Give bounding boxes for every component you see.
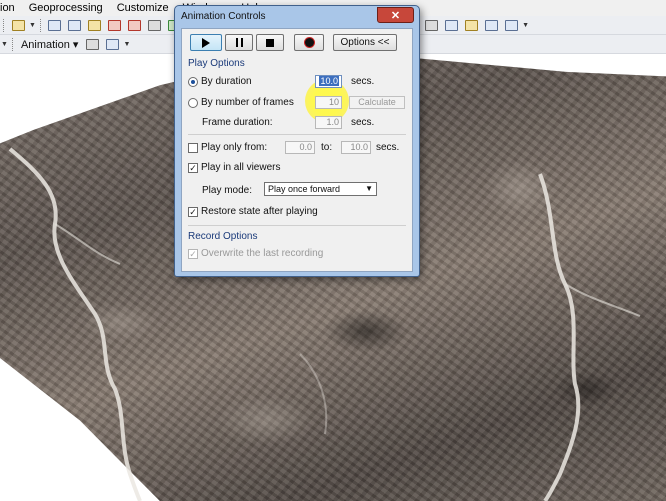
dialog-title: Animation Controls (181, 11, 266, 22)
duration-unit: secs. (351, 76, 375, 87)
dialog-body: Options << Play Options By duration 10.0… (181, 28, 413, 272)
chevron-down-icon[interactable]: ▼ (522, 22, 529, 29)
duration-input[interactable]: 10.0 (315, 75, 342, 88)
frame-duration-input[interactable]: 1.0 (315, 116, 342, 129)
menu-item-selection[interactable]: ion (0, 2, 22, 14)
overwrite-label: Overwrite the last recording (201, 248, 324, 259)
section-divider (188, 225, 406, 226)
record-icon (304, 38, 314, 47)
play-range-unit: secs. (376, 142, 400, 153)
arctoolbox-icon[interactable] (127, 18, 143, 32)
record-options-header: Record Options (188, 231, 258, 242)
capture-view-icon[interactable] (84, 37, 100, 51)
animation-controls-icon[interactable] (104, 37, 120, 51)
play-mode-value: Play once forward (268, 184, 341, 194)
chevron-down-icon: ▼ (365, 184, 373, 193)
frames-input-value: 10 (328, 97, 339, 107)
play-from-value: 0.0 (299, 142, 312, 152)
stop-icon (266, 38, 274, 47)
frame-duration-label: Frame duration: (202, 117, 273, 128)
overwrite-checkbox[interactable]: ✓ (188, 249, 198, 259)
add-data-icon[interactable] (10, 18, 26, 32)
play-options-header: Play Options (188, 58, 245, 69)
close-button[interactable]: ✕ (377, 7, 414, 23)
table-of-contents-icon[interactable] (67, 18, 83, 32)
search-window-icon[interactable] (107, 18, 123, 32)
graph-icon[interactable] (483, 18, 499, 32)
play-in-all-viewers-label: Play in all viewers (201, 162, 281, 173)
pause-button[interactable] (225, 34, 253, 51)
python-icon[interactable] (147, 18, 163, 32)
options-button-label: Options << (340, 37, 390, 48)
play-only-from-label: Play only from: (201, 142, 268, 153)
by-duration-label: By duration (201, 76, 252, 87)
play-button[interactable] (190, 34, 222, 51)
stop-button[interactable] (256, 34, 284, 51)
to-label: to: (321, 142, 333, 153)
options-button[interactable]: Options << (333, 34, 397, 51)
play-from-input[interactable]: 0.0 (285, 141, 315, 154)
binoculars-icon[interactable] (423, 18, 439, 32)
chevron-down-icon[interactable]: ▼ (29, 22, 36, 29)
by-frames-label: By number of frames (201, 97, 294, 108)
play-mode-select[interactable]: Play once forward ▼ (264, 182, 377, 196)
animation-menu[interactable]: Animation ▾ (21, 38, 79, 51)
bookmark-icon[interactable] (443, 18, 459, 32)
chevron-down-icon[interactable]: ▼ (1, 41, 8, 48)
by-frames-radio[interactable] (188, 98, 198, 108)
animation-controls-dialog: Animation Controls ✕ Options << Play Opt… (174, 5, 420, 277)
play-only-from-checkbox[interactable] (188, 143, 198, 153)
by-duration-radio[interactable] (188, 77, 198, 87)
chevron-down-icon[interactable]: ▼ (123, 41, 130, 48)
pause-icon (235, 38, 243, 47)
restore-state-checkbox[interactable]: ✓ (188, 207, 198, 217)
close-icon: ✕ (390, 9, 401, 22)
play-in-all-viewers-checkbox[interactable]: ✓ (188, 163, 198, 173)
record-button[interactable] (294, 34, 324, 51)
globe-3d-icon[interactable] (503, 18, 519, 32)
animation-menu-label: Animation (20, 38, 70, 51)
restore-state-label: Restore state after playing (201, 206, 318, 217)
calculate-button-label: Calculate (358, 97, 396, 107)
calculate-button[interactable]: Calculate (349, 96, 405, 109)
frame-duration-unit: secs. (351, 117, 375, 128)
catalog-icon[interactable] (87, 18, 103, 32)
play-icon (202, 37, 210, 48)
menu-item-geoprocessing[interactable]: Geoprocessing (22, 2, 110, 14)
duration-input-value: 10.0 (319, 76, 339, 86)
play-to-input[interactable]: 10.0 (341, 141, 371, 154)
toolbar-grip[interactable] (39, 18, 42, 32)
play-mode-label: Play mode: (202, 185, 253, 196)
menu-item-customize[interactable]: Customize (110, 2, 176, 14)
frames-input[interactable]: 10 (315, 96, 342, 109)
editor-icon[interactable] (47, 18, 63, 32)
toolbar-grip[interactable] (3, 18, 5, 32)
frame-duration-value: 1.0 (326, 117, 339, 127)
play-to-value: 10.0 (350, 142, 368, 152)
measure-icon[interactable] (463, 18, 479, 32)
section-divider (188, 134, 406, 135)
toolbar-grip[interactable] (11, 37, 14, 51)
